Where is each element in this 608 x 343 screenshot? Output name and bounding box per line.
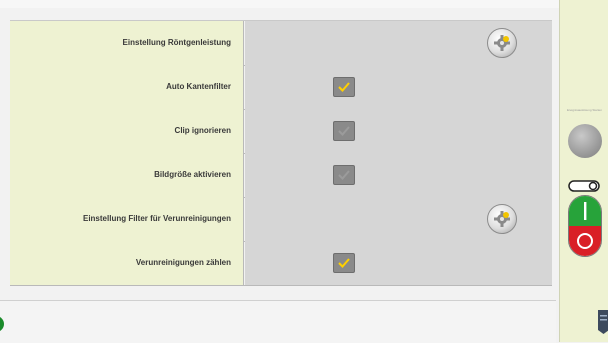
settings-row-count-contaminations: Verunreinigungen zählen: [10, 241, 552, 286]
side-panel: Ereignisauslösung Starten: [559, 0, 608, 342]
count-contaminations-checkbox[interactable]: [333, 253, 355, 273]
settings-row-contamination-filter: Einstellung Filter für Verunreinigungen: [10, 197, 552, 242]
setting-value-cell: [245, 65, 552, 109]
power-off-icon: [577, 233, 593, 249]
setting-value-cell: [245, 197, 552, 241]
auto-edge-filter-checkbox[interactable]: [333, 77, 355, 97]
setting-label: Clip ignorieren: [10, 109, 244, 153]
settings-row-auto-edge-filter: Auto Kantenfilter: [10, 65, 552, 110]
checkmark-icon: [338, 82, 350, 92]
power-off-button[interactable]: [569, 226, 601, 256]
setting-label: Auto Kantenfilter: [10, 65, 244, 109]
power-on-icon: [584, 202, 587, 220]
setting-value-cell: [245, 109, 552, 153]
toggle-switch-icon[interactable]: [568, 180, 600, 192]
document-icon[interactable]: [598, 310, 608, 334]
checkmark-icon: [338, 170, 350, 180]
gear-icon: [494, 211, 510, 227]
trigger-knob-button[interactable]: [568, 124, 602, 158]
settings-row-ignore-clip: Clip ignorieren: [10, 109, 552, 154]
setting-label: Einstellung Röntgenleistung: [10, 21, 244, 65]
setting-value-cell: [245, 21, 552, 65]
checkmark-icon: [338, 258, 350, 268]
contamination-filter-settings-button[interactable]: [487, 204, 517, 234]
enable-image-size-checkbox[interactable]: [333, 165, 355, 185]
gear-icon: [494, 35, 510, 51]
settings-row-enable-image-size: Bildgröße aktivieren: [10, 153, 552, 198]
ignore-clip-checkbox[interactable]: [333, 121, 355, 141]
checkmark-icon: [338, 126, 350, 136]
xray-power-settings-button[interactable]: [487, 28, 517, 58]
setting-label: Einstellung Filter für Verunreinigungen: [10, 197, 244, 241]
bottom-bar: [0, 300, 556, 343]
power-button[interactable]: [568, 195, 602, 257]
setting-value-cell: [245, 153, 552, 197]
settings-row-xray-power: Einstellung Röntgenleistung: [10, 21, 552, 66]
settings-table: Einstellung Röntgenleistung Auto Kantenf…: [10, 20, 552, 286]
setting-label: Bildgröße aktivieren: [10, 153, 244, 197]
power-on-button[interactable]: [569, 196, 601, 226]
top-strip: [0, 0, 560, 8]
trigger-start-label: Ereignisauslösung Starten: [566, 108, 603, 112]
setting-label: Verunreinigungen zählen: [10, 241, 244, 285]
setting-value-cell: [245, 241, 552, 285]
